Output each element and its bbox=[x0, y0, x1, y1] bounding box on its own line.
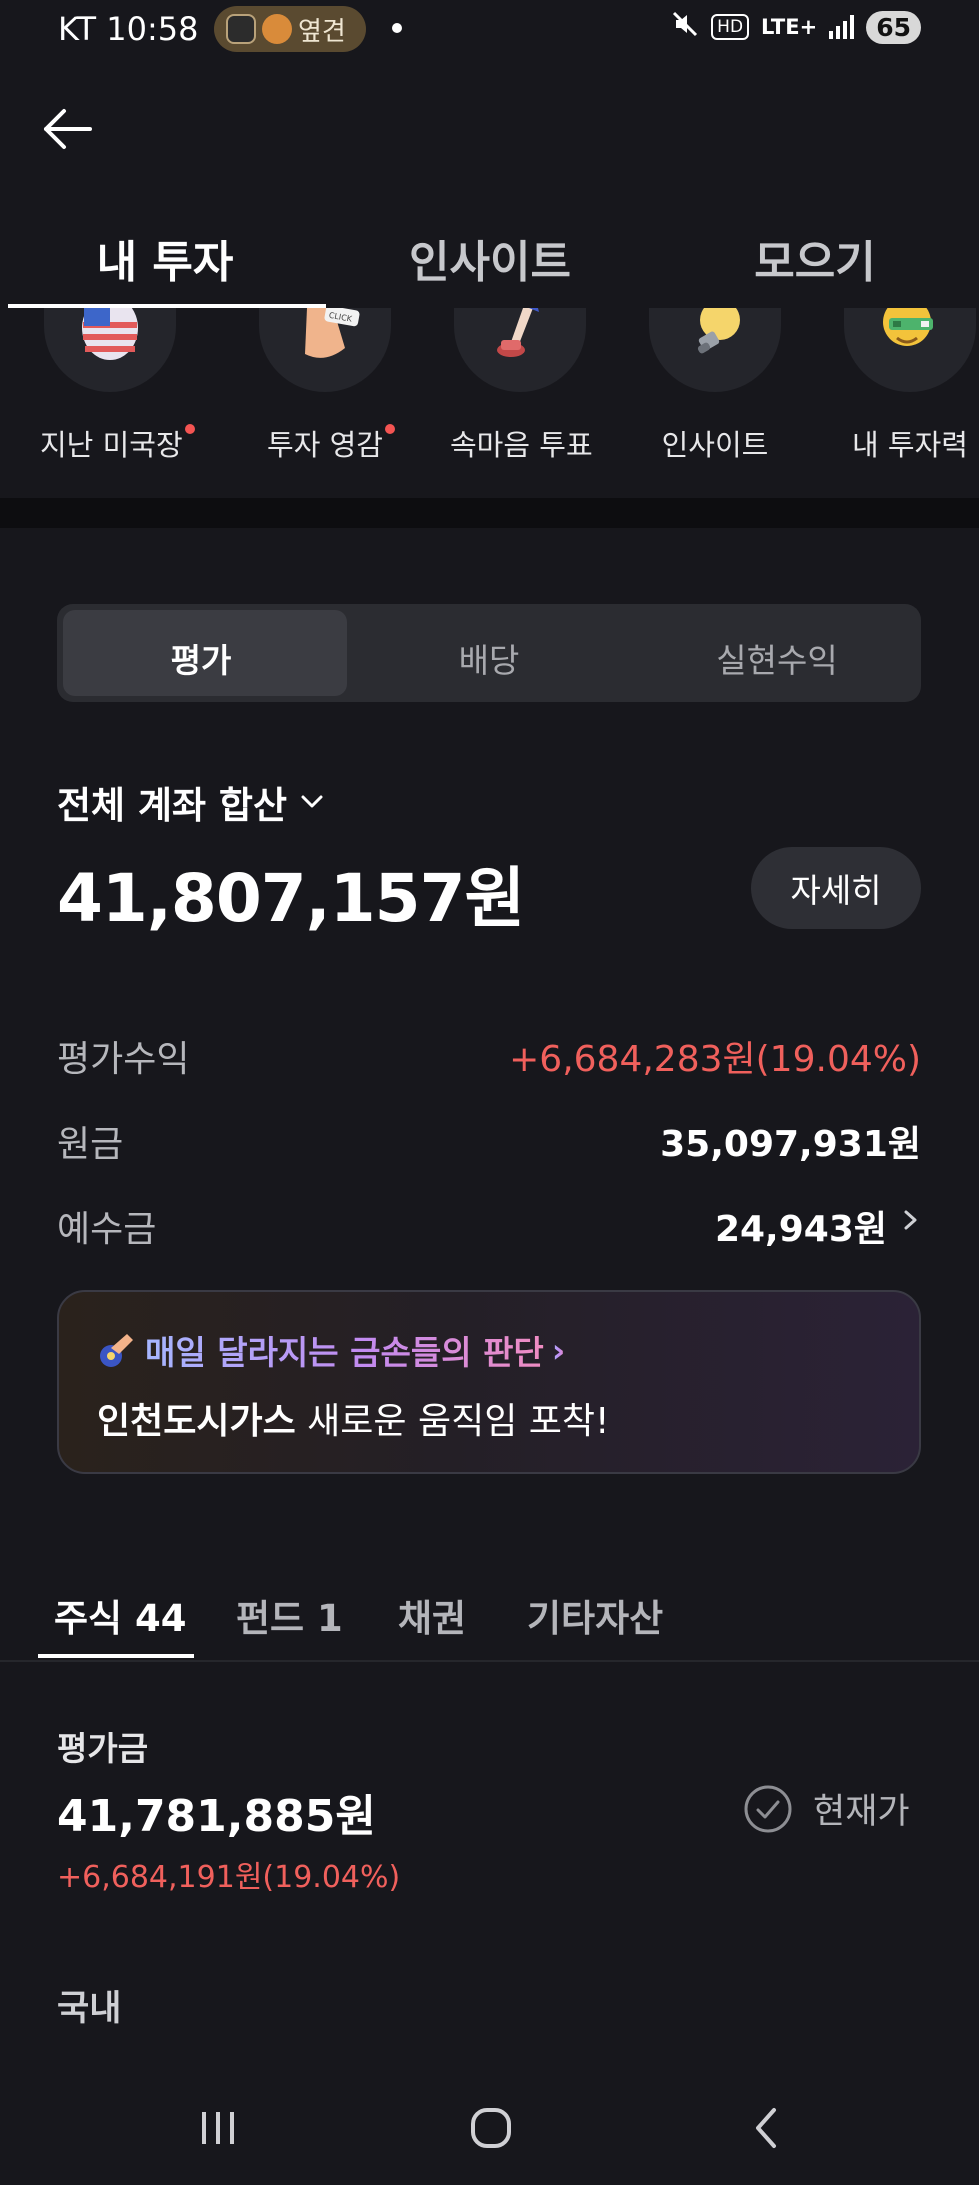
row-value: 24,943원 bbox=[714, 1209, 887, 1250]
bear-emoji-icon bbox=[262, 14, 292, 44]
chevron-right-icon bbox=[901, 1204, 921, 1244]
recent-apps-button[interactable] bbox=[178, 2100, 258, 2156]
total-amount: 41,807,157원 bbox=[57, 860, 525, 937]
shortcut-inspiration[interactable]: CLICK 투자 영감 bbox=[255, 308, 395, 464]
back-button[interactable] bbox=[40, 104, 96, 154]
account-title: 전체 계좌 합산 bbox=[57, 784, 288, 827]
system-nav-bar bbox=[0, 2070, 979, 2185]
home-icon bbox=[471, 2108, 511, 2148]
asset-tab-active-indicator bbox=[38, 1654, 194, 1658]
banner-headline-arrow: › bbox=[551, 1330, 566, 1370]
banner-stock-name: 인천도시가스 bbox=[97, 1401, 296, 1442]
arrow-left-icon bbox=[44, 109, 92, 149]
row-label: 예수금 bbox=[57, 1209, 157, 1250]
shortcut-label: 속마음 투표 bbox=[450, 428, 593, 462]
top-tabs: 내 투자 인사이트 모으기 bbox=[0, 210, 979, 308]
asset-tabs: 주식 44 펀드 1 채권 기타자산 bbox=[0, 1570, 979, 1662]
detail-button[interactable]: 자세히 bbox=[751, 847, 921, 929]
row-value: +6,684,283원(19.04%) bbox=[509, 1039, 921, 1080]
lightbulb-icon bbox=[649, 308, 781, 392]
notification-dot-icon bbox=[392, 23, 402, 33]
new-badge-dot bbox=[384, 424, 395, 434]
section-domestic: 국내 bbox=[57, 1989, 122, 2029]
shortcut-my-power[interactable]: 내 투자력 bbox=[840, 308, 979, 464]
battery-level: 65 bbox=[866, 10, 921, 44]
segment-dividend[interactable]: 배당 bbox=[345, 634, 633, 682]
notification-pill: 옆견 bbox=[214, 6, 366, 52]
hd-voice-icon: HD bbox=[711, 14, 750, 40]
banner-message-text: 새로운 움직임 포착! bbox=[295, 1401, 610, 1442]
chevron-down-icon bbox=[301, 795, 323, 808]
row-value: 35,097,931원 bbox=[660, 1124, 921, 1165]
system-back-button[interactable] bbox=[728, 2100, 808, 2156]
gold-hand-icon bbox=[100, 1334, 133, 1367]
segment-evaluation[interactable]: 평가 bbox=[57, 634, 345, 682]
mute-icon bbox=[671, 10, 699, 44]
summary-row-eval-profit: 평가수익 +6,684,283원(19.04%) bbox=[57, 1030, 921, 1080]
smiley-score-icon bbox=[844, 308, 976, 392]
stamp-vote-icon bbox=[454, 308, 586, 392]
signal-icon bbox=[829, 15, 855, 39]
shortcut-vote[interactable]: 속마음 투표 bbox=[450, 308, 593, 464]
shortcut-label: 투자 영감 bbox=[267, 428, 383, 462]
segmented-control: 평가 배당 실현수익 bbox=[57, 604, 921, 702]
shortcut-insight[interactable]: 인사이트 bbox=[645, 308, 785, 464]
banner-headline-text: 매일 달라지는 금손들의 판단 bbox=[145, 1326, 544, 1374]
click-hand-icon: CLICK bbox=[259, 308, 391, 392]
new-badge-dot bbox=[184, 424, 195, 434]
contact-avatar-icon bbox=[226, 14, 256, 44]
app-screen: KT 10:58 옆견 HD LTE+ 65 내 투자 인사이트 모으기 지난 … bbox=[0, 0, 979, 2185]
check-circle-icon bbox=[744, 1785, 792, 1832]
chevron-left-icon bbox=[756, 2108, 776, 2148]
summary-row-principal: 원금 35,097,931원 bbox=[57, 1115, 921, 1165]
shortcut-label: 지난 미국장 bbox=[40, 428, 183, 462]
banner-headline: 매일 달라지는 금손들의 판단 › bbox=[97, 1326, 565, 1374]
section-divider bbox=[0, 498, 979, 528]
status-bar: KT 10:58 옆견 HD LTE+ 65 bbox=[0, 0, 979, 62]
tab-stocks[interactable]: 주식 44 bbox=[54, 1588, 186, 1642]
recent-apps-icon bbox=[202, 2112, 234, 2144]
current-price-label: 현재가 bbox=[813, 1792, 910, 1832]
status-icons: HD LTE+ 65 bbox=[671, 10, 921, 44]
lte-icon: LTE+ bbox=[761, 15, 818, 39]
eval-change: +6,684,191원(19.04%) bbox=[57, 1860, 401, 1895]
eval-value: 41,781,885원 bbox=[57, 1791, 376, 1842]
segment-realized-profit[interactable]: 실현수익 bbox=[633, 634, 921, 682]
eval-title: 평가금 bbox=[57, 1729, 149, 1768]
pill-text: 옆견 bbox=[298, 16, 346, 47]
shortcut-label: 인사이트 bbox=[661, 428, 769, 462]
shortcut-row: 지난 미국장 CLICK 투자 영감 속마음 투표 인사이트 내 투자력 bbox=[0, 308, 979, 498]
tab-my-investment[interactable]: 내 투자 bbox=[70, 226, 260, 290]
us-flag-egg-icon bbox=[44, 308, 176, 392]
promo-banner[interactable]: 매일 달라지는 금손들의 판단 › 인천도시가스 새로운 움직임 포착! bbox=[57, 1290, 921, 1474]
row-label: 평가수익 bbox=[57, 1039, 190, 1080]
shortcut-last-us-market[interactable]: 지난 미국장 bbox=[40, 308, 195, 464]
account-selector[interactable]: 전체 계좌 합산 bbox=[57, 775, 327, 829]
shortcut-label: 내 투자력 bbox=[852, 428, 968, 462]
summary-row-deposit[interactable]: 예수금 24,943원 bbox=[57, 1200, 921, 1250]
banner-message: 인천도시가스 새로운 움직임 포착! bbox=[97, 1392, 609, 1444]
carrier-time: KT 10:58 bbox=[58, 10, 199, 48]
home-button[interactable] bbox=[451, 2100, 531, 2156]
tab-collect[interactable]: 모으기 bbox=[720, 226, 910, 290]
current-price-toggle[interactable]: 현재가 bbox=[743, 1783, 910, 1834]
tab-insight[interactable]: 인사이트 bbox=[395, 226, 585, 290]
row-label: 원금 bbox=[57, 1124, 124, 1165]
tab-other-assets[interactable]: 기타자산 bbox=[527, 1588, 663, 1642]
tab-funds[interactable]: 펀드 1 bbox=[236, 1588, 343, 1642]
tab-bonds[interactable]: 채권 bbox=[398, 1588, 466, 1642]
